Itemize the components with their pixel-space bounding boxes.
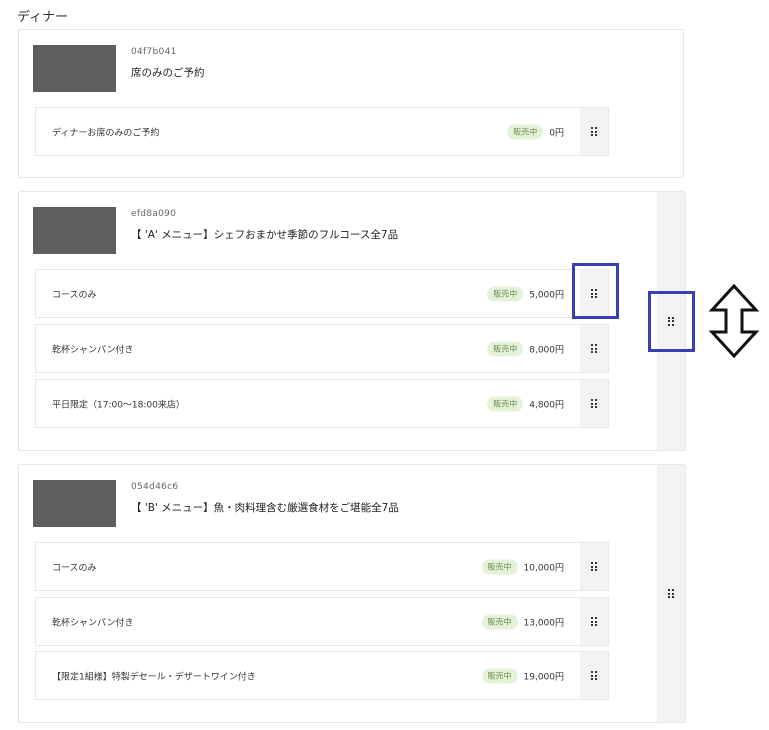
drag-handle-icon [591,127,597,136]
group-title: 【 'A' メニュー】シェフおまかせ季節のフルコース全7品 [131,229,399,241]
drag-handle-icon [591,617,597,626]
item-name: 【限定1組様】特製デセール・デザートワイン付き [52,672,256,682]
menu-item[interactable]: 平日限定（17:00～18:00来店） 販売中 4,800円 [35,379,609,428]
group-code: efd8a090 [131,209,177,219]
item-drag-handle[interactable] [580,543,608,590]
item-name: ディナーお席のみのご予約 [52,128,160,138]
item-drag-handle[interactable] [580,652,608,699]
menu-group-card: 04f7b041 席のみのご予約 ディナーお席のみのご予約 販売中 0円 [18,29,684,178]
group-thumbnail [33,480,116,527]
status-badge: 販売中 [487,396,524,411]
up-down-arrow-icon [708,284,760,358]
highlight-box-item-handle [572,263,619,319]
status-badge: 販売中 [507,124,544,139]
item-name: 平日限定（17:00～18:00来店） [52,400,185,410]
status-badge: 販売中 [481,668,518,683]
drag-handle-icon [591,671,597,680]
item-price: 8,000円 [529,345,564,355]
group-title: 席のみのご予約 [131,67,205,79]
group-code: 054d46c6 [131,482,179,492]
menu-item[interactable]: 乾杯シャンパン付き 販売中 13,000円 [35,597,609,646]
group-thumbnail [33,45,116,92]
item-drag-handle[interactable] [580,598,608,645]
status-badge: 販売中 [487,286,524,301]
item-drag-handle[interactable] [580,380,608,427]
menu-item[interactable]: 【限定1組様】特製デセール・デザートワイン付き 販売中 19,000円 [35,651,609,700]
item-drag-handle[interactable] [580,108,608,155]
item-price: 5,000円 [529,290,564,300]
group-drag-handle[interactable] [657,465,685,722]
menu-item[interactable]: コースのみ 販売中 10,000円 [35,542,609,591]
menu-item[interactable]: 乾杯シャンパン付き 販売中 8,000円 [35,324,609,373]
group-title: 【 'B' メニュー】魚・肉料理含む厳選食材をご堪能全7品 [131,502,399,514]
item-price: 19,000円 [523,672,565,682]
item-name: コースのみ [52,563,97,573]
item-name: 乾杯シャンパン付き [52,345,134,355]
status-badge: 販売中 [481,559,518,574]
drag-handle-icon [591,562,597,571]
group-code: 04f7b041 [131,47,177,57]
section-title: ディナー [17,10,69,25]
item-price: 0円 [549,128,564,138]
status-badge: 販売中 [481,614,518,629]
drag-handle-icon [591,399,597,408]
item-name: コースのみ [52,290,97,300]
drag-handle-icon [668,589,674,598]
highlight-box-group-handle [648,291,695,352]
item-price: 10,000円 [523,563,565,573]
item-drag-handle[interactable] [580,325,608,372]
menu-group-card: efd8a090 【 'A' メニュー】シェフおまかせ季節のフルコース全7品 コ… [18,191,686,451]
group-thumbnail [33,207,116,254]
drag-handle-icon [591,344,597,353]
menu-group-card: 054d46c6 【 'B' メニュー】魚・肉料理含む厳選食材をご堪能全7品 コ… [18,464,686,723]
status-badge: 販売中 [487,341,524,356]
item-price: 13,000円 [523,618,565,628]
item-price: 4,800円 [529,400,564,410]
menu-item[interactable]: ディナーお席のみのご予約 販売中 0円 [35,107,609,156]
item-name: 乾杯シャンパン付き [52,618,134,628]
menu-item[interactable]: コースのみ 販売中 5,000円 [35,269,609,318]
